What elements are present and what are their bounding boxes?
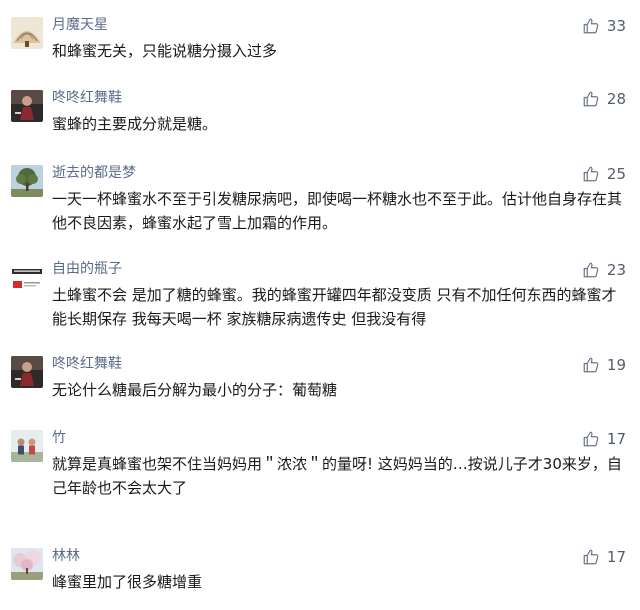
avatar[interactable]: [11, 356, 43, 388]
thumbs-up-icon: [583, 549, 599, 565]
comment-text: 一天一杯蜂蜜水不至于引发糖尿病吧，即使喝一杯糖水也不至于此。估计他自身存在其他不…: [52, 190, 623, 232]
thumbs-up-icon: [583, 357, 599, 373]
like-button[interactable]: 17: [582, 428, 626, 450]
avatar-image: [11, 17, 43, 49]
thumbs-up-icon: [583, 166, 599, 182]
avatar-image: [11, 165, 43, 197]
avatar[interactable]: [11, 165, 43, 197]
thumbs-up-icon: [583, 431, 599, 447]
avatar-image: [11, 90, 43, 122]
comment-author[interactable]: 自由的瓶子: [52, 259, 122, 279]
like-count: 17: [606, 430, 626, 448]
comment-text: 就算是真蜂蜜也架不住当妈妈用＂浓浓＂的量呀! 这妈妈当的…按说儿子才30来岁，自…: [52, 455, 622, 497]
comment-author[interactable]: 竹: [52, 428, 66, 448]
like-button[interactable]: 17: [582, 546, 626, 568]
avatar[interactable]: [11, 261, 43, 293]
like-count: 17: [606, 548, 626, 566]
avatar[interactable]: [11, 17, 43, 49]
comment-author[interactable]: 咚咚红舞鞋: [52, 354, 122, 374]
comment-text: 无论什么糖最后分解为最小的分子：葡萄糖: [52, 381, 338, 399]
avatar[interactable]: [11, 548, 43, 580]
like-button[interactable]: 33: [582, 15, 626, 37]
like-button[interactable]: 23: [582, 259, 626, 281]
avatar-image: [11, 430, 43, 462]
like-button[interactable]: 19: [582, 354, 626, 376]
comment-author[interactable]: 林林: [52, 546, 80, 566]
comment-author[interactable]: 月魔天星: [52, 15, 108, 35]
comment-author[interactable]: 咚咚红舞鞋: [52, 88, 122, 108]
avatar[interactable]: [11, 90, 43, 122]
comment-text: 和蜂蜜无关，只能说糖分摄入过多: [52, 42, 278, 60]
thumbs-up-icon: [583, 262, 599, 278]
comment-text: 峰蜜里加了很多糖增重: [52, 573, 203, 591]
like-count: 19: [606, 356, 626, 374]
like-button[interactable]: 25: [582, 163, 626, 185]
like-count: 28: [606, 90, 626, 108]
avatar-image: [11, 548, 43, 580]
comment-text: 土蜂蜜不会 是加了糖的蜂蜜。我的蜂蜜开罐四年都没变质 只有不加任何东西的蜂蜜才能…: [52, 286, 617, 328]
comment-author[interactable]: 逝去的都是梦: [52, 163, 136, 183]
thumbs-up-icon: [583, 18, 599, 34]
like-button[interactable]: 28: [582, 88, 626, 110]
avatar-image: [11, 356, 43, 388]
like-count: 23: [606, 261, 626, 279]
thumbs-up-icon: [583, 91, 599, 107]
comment-text: 蜜蜂的主要成分就是糖。: [52, 115, 218, 133]
logo-badge-image: [11, 261, 43, 293]
avatar[interactable]: [11, 430, 43, 462]
like-count: 25: [606, 165, 626, 183]
like-count: 33: [606, 17, 626, 35]
